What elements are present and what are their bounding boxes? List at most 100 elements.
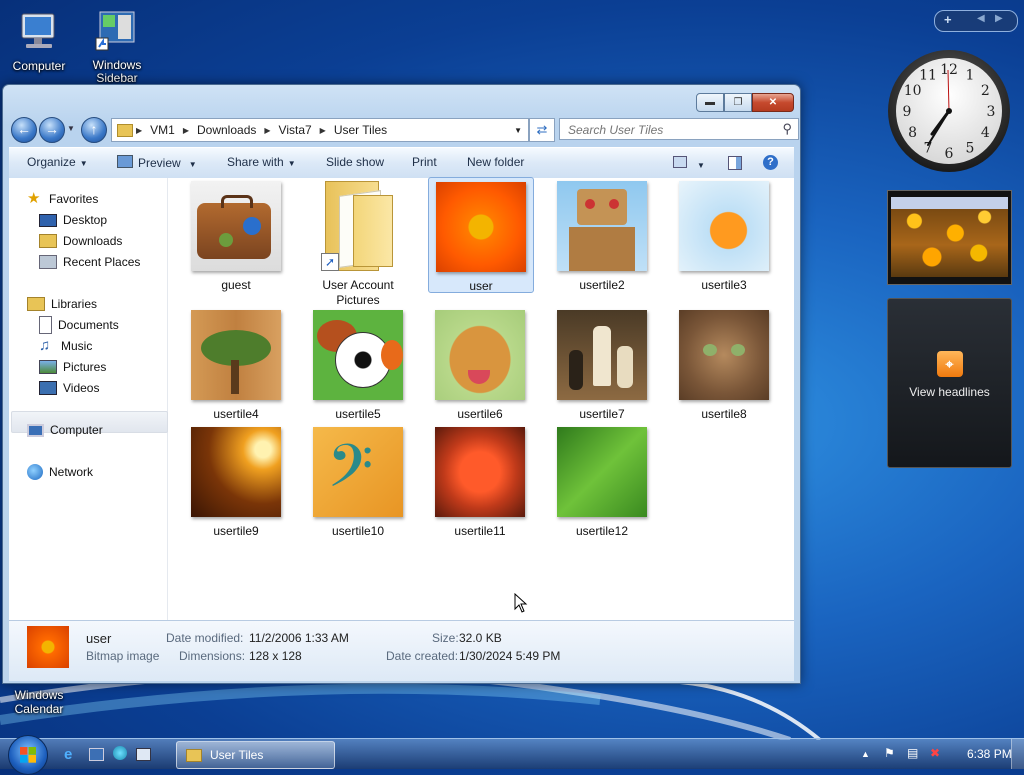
clock-gadget[interactable]: 12 12 3 45678 9 1011 bbox=[886, 48, 1012, 174]
recent-pages-chevron-icon[interactable]: ▼ bbox=[67, 124, 75, 133]
slide-show-button[interactable]: Slide show bbox=[326, 155, 384, 169]
chevron-down-icon: ▼ bbox=[287, 159, 296, 168]
desktop-icon-windows-sidebar[interactable]: Windows Sidebar bbox=[82, 10, 152, 85]
help-button[interactable]: ? bbox=[763, 154, 778, 170]
network-status-icon[interactable]: ▤ bbox=[907, 746, 918, 760]
breadcrumb-downloads[interactable]: Downloads bbox=[192, 123, 261, 137]
breadcrumb-vm1[interactable]: VM1 bbox=[145, 123, 180, 137]
show-hidden-icons-icon[interactable]: ▲ bbox=[861, 749, 870, 759]
action-center-flag-icon[interactable]: ⚑ bbox=[884, 746, 895, 760]
selected-file-thumbnail bbox=[27, 626, 69, 668]
file-item-usertile6[interactable]: usertile6 bbox=[428, 310, 532, 422]
next-gadget-icon[interactable]: ▶ bbox=[995, 13, 1003, 24]
back-button[interactable]: ← bbox=[11, 117, 37, 143]
nav-videos[interactable]: Videos bbox=[39, 379, 99, 397]
file-item-usertile11[interactable]: usertile11 bbox=[428, 427, 532, 539]
documents-icon bbox=[39, 316, 52, 334]
file-item-usertile10[interactable]: 𝄢 usertile10 bbox=[306, 427, 410, 539]
preview-pane-button[interactable] bbox=[728, 156, 742, 173]
breadcrumb-arrow-icon[interactable]: ▶ bbox=[133, 126, 145, 135]
maximize-button[interactable]: ❐ bbox=[724, 93, 752, 112]
forward-button[interactable]: → bbox=[39, 117, 65, 143]
breadcrumb-user-tiles[interactable]: User Tiles bbox=[329, 123, 392, 137]
breadcrumb-arrow-icon[interactable]: ▶ bbox=[317, 126, 329, 135]
file-item-usertile2[interactable]: usertile2 bbox=[550, 178, 654, 293]
change-view-button[interactable]: ▼ bbox=[673, 156, 705, 171]
forward-arrow-icon: → bbox=[45, 121, 59, 137]
new-folder-button[interactable]: New folder bbox=[467, 155, 524, 169]
up-button[interactable]: ↑ bbox=[81, 117, 107, 143]
preview-button[interactable]: Preview ▼ bbox=[117, 155, 197, 170]
clock-numeral: 12 bbox=[940, 62, 958, 78]
switch-windows-icon[interactable] bbox=[136, 748, 151, 761]
organize-button[interactable]: Organize ▼ bbox=[27, 155, 88, 169]
details-pane: user Bitmap image Date modified: 11/2/20… bbox=[9, 620, 794, 681]
add-gadget-icon[interactable]: + bbox=[944, 12, 952, 27]
nav-computer[interactable]: Computer bbox=[27, 421, 103, 439]
file-item-usertile3[interactable]: usertile3 bbox=[672, 178, 776, 293]
start-button[interactable] bbox=[8, 735, 48, 775]
file-item-user-account-pictures[interactable]: ➚ User Account Pictures bbox=[306, 178, 410, 308]
internet-explorer-icon[interactable]: e bbox=[64, 746, 80, 763]
search-icon[interactable]: ⚲ bbox=[782, 121, 792, 137]
clock-numeral: 7 bbox=[924, 140, 933, 156]
taskbar: e User Tiles ▲ ⚑ ▤ ✖ 6:38 PM bbox=[0, 735, 1024, 775]
chevron-down-icon: ▼ bbox=[79, 159, 88, 168]
chess-thumbnail bbox=[557, 310, 647, 400]
nav-favorites[interactable]: ★ Favorites bbox=[27, 190, 98, 208]
media-player-icon[interactable] bbox=[113, 746, 127, 760]
refresh-button[interactable]: ⇄ bbox=[529, 118, 555, 142]
previous-gadget-icon[interactable]: ◀ bbox=[977, 13, 985, 24]
close-button[interactable]: ✕ bbox=[752, 93, 794, 112]
file-item-usertile5[interactable]: usertile5 bbox=[306, 310, 410, 422]
desktop-icon-computer[interactable]: Computer bbox=[4, 10, 74, 73]
slideshow-gadget[interactable] bbox=[887, 190, 1012, 285]
nav-recent-places[interactable]: Recent Places bbox=[39, 253, 140, 271]
folder-icon bbox=[186, 748, 202, 762]
address-bar[interactable]: ▶ VM1 ▶ Downloads ▶ Vista7 ▶ User Tiles … bbox=[111, 118, 529, 142]
explorer-body: ★ Favorites Desktop Downloads Recent Plac… bbox=[9, 177, 794, 620]
preview-pane-icon bbox=[728, 156, 742, 170]
minimize-button[interactable]: ▬ bbox=[696, 93, 724, 112]
nav-network[interactable]: Network bbox=[27, 463, 93, 481]
nav-desktop[interactable]: Desktop bbox=[39, 211, 107, 229]
computer-icon bbox=[27, 423, 44, 437]
details-file-name: user bbox=[86, 631, 112, 646]
file-item-usertile7[interactable]: usertile7 bbox=[550, 310, 654, 422]
show-desktop-button[interactable] bbox=[1011, 739, 1024, 769]
file-item-usertile8[interactable]: usertile8 bbox=[672, 310, 776, 422]
nav-music[interactable]: ♫ Music bbox=[39, 337, 92, 355]
taskbar-item-user-tiles[interactable]: User Tiles bbox=[176, 741, 335, 769]
puppy-thumbnail bbox=[435, 310, 525, 400]
details-file-type: Bitmap image bbox=[86, 649, 160, 663]
taskbar-clock[interactable]: 6:38 PM bbox=[967, 747, 1012, 761]
address-dropdown-icon[interactable]: ▼ bbox=[514, 126, 522, 135]
breadcrumb-arrow-icon[interactable]: ▶ bbox=[180, 126, 192, 135]
search-input[interactable] bbox=[566, 122, 770, 138]
print-button[interactable]: Print bbox=[412, 155, 437, 169]
file-item-user[interactable]: user bbox=[428, 177, 534, 293]
nav-pictures[interactable]: Pictures bbox=[39, 358, 106, 376]
file-item-usertile4[interactable]: usertile4 bbox=[184, 310, 288, 422]
nav-documents[interactable]: Documents bbox=[39, 316, 119, 334]
volume-muted-icon[interactable]: ✖ bbox=[930, 746, 940, 760]
breadcrumb-vista7[interactable]: Vista7 bbox=[274, 123, 317, 137]
file-name: usertile4 bbox=[213, 407, 259, 421]
file-item-usertile9[interactable]: usertile9 bbox=[184, 427, 288, 539]
file-name: usertile3 bbox=[701, 278, 747, 292]
maximize-icon: ❐ bbox=[733, 97, 743, 108]
breadcrumb-arrow-icon[interactable]: ▶ bbox=[261, 126, 273, 135]
file-item-guest[interactable]: guest bbox=[184, 178, 288, 293]
file-item-usertile12[interactable]: usertile12 bbox=[550, 427, 654, 539]
desktop-icon-label: Windows Calendar bbox=[14, 688, 64, 716]
share-with-button[interactable]: Share with ▼ bbox=[227, 155, 296, 169]
details-dimensions-label: Dimensions: bbox=[179, 649, 246, 663]
mouse-cursor-icon bbox=[514, 593, 528, 613]
show-desktop-icon[interactable] bbox=[89, 748, 104, 761]
refresh-icon: ⇄ bbox=[536, 122, 548, 137]
nav-downloads[interactable]: Downloads bbox=[39, 232, 122, 250]
nav-label: Pictures bbox=[63, 360, 107, 374]
feed-headlines-gadget[interactable]: ⌖ View headlines bbox=[887, 298, 1012, 468]
desktop-icon-windows-calendar[interactable]: Windows Calendar bbox=[4, 688, 74, 716]
nav-libraries[interactable]: Libraries bbox=[27, 295, 97, 313]
